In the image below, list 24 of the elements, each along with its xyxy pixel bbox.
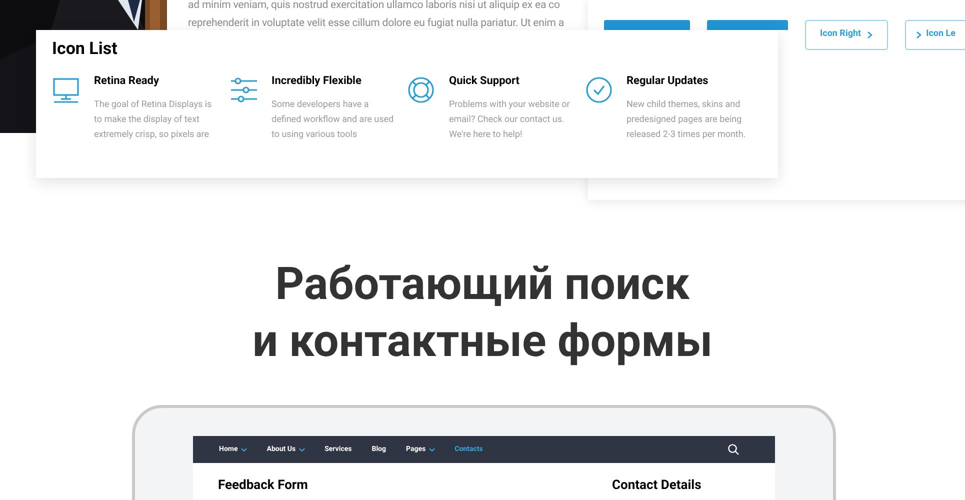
feature-title: Quick Support	[449, 74, 521, 88]
headline: и контактные формы	[252, 313, 713, 369]
feature-text: Problems with your website or email? Check our contact us. We're here to help!	[449, 99, 570, 142]
feature-text: New child themes, skins and predesigned pages are being released 2-3 times per month.	[626, 99, 746, 142]
search-icon[interactable]	[728, 444, 739, 455]
body-text: reprehenderit in voluptate velit esse cillum dolore eu fugiat nulla pariatur. Ut enim a	[188, 16, 564, 30]
body-text: ad minim veniam, quis nostrud exercitation ullamco laboris nisi ut aliquip ex ea co	[188, 0, 561, 12]
card-title: Icon List	[52, 38, 118, 60]
monitor-icon	[52, 76, 80, 104]
feature-text: Some developers have a defined workflow and are used to using various tools	[272, 99, 394, 142]
feature-text: The goal of Retina Displays is to make the display of text extremely crisp, so pixels are	[94, 99, 212, 142]
check-circle-icon	[584, 76, 612, 104]
feature-title: Retina Ready	[94, 74, 160, 88]
lifebuoy-icon	[407, 76, 435, 104]
headline: Работающий поиск	[275, 256, 690, 312]
filled-button[interactable]	[604, 20, 690, 30]
section-heading: Contact Details	[612, 477, 702, 495]
filled-button[interactable]	[707, 20, 788, 30]
sliders-icon	[230, 76, 258, 104]
feature-title: Incredibly Flexible	[272, 74, 362, 88]
section-heading: Feedback Form	[218, 477, 309, 495]
chevron-icon	[916, 31, 922, 39]
chevron-icon	[867, 31, 874, 39]
feature-title: Regular Updates	[626, 74, 710, 88]
